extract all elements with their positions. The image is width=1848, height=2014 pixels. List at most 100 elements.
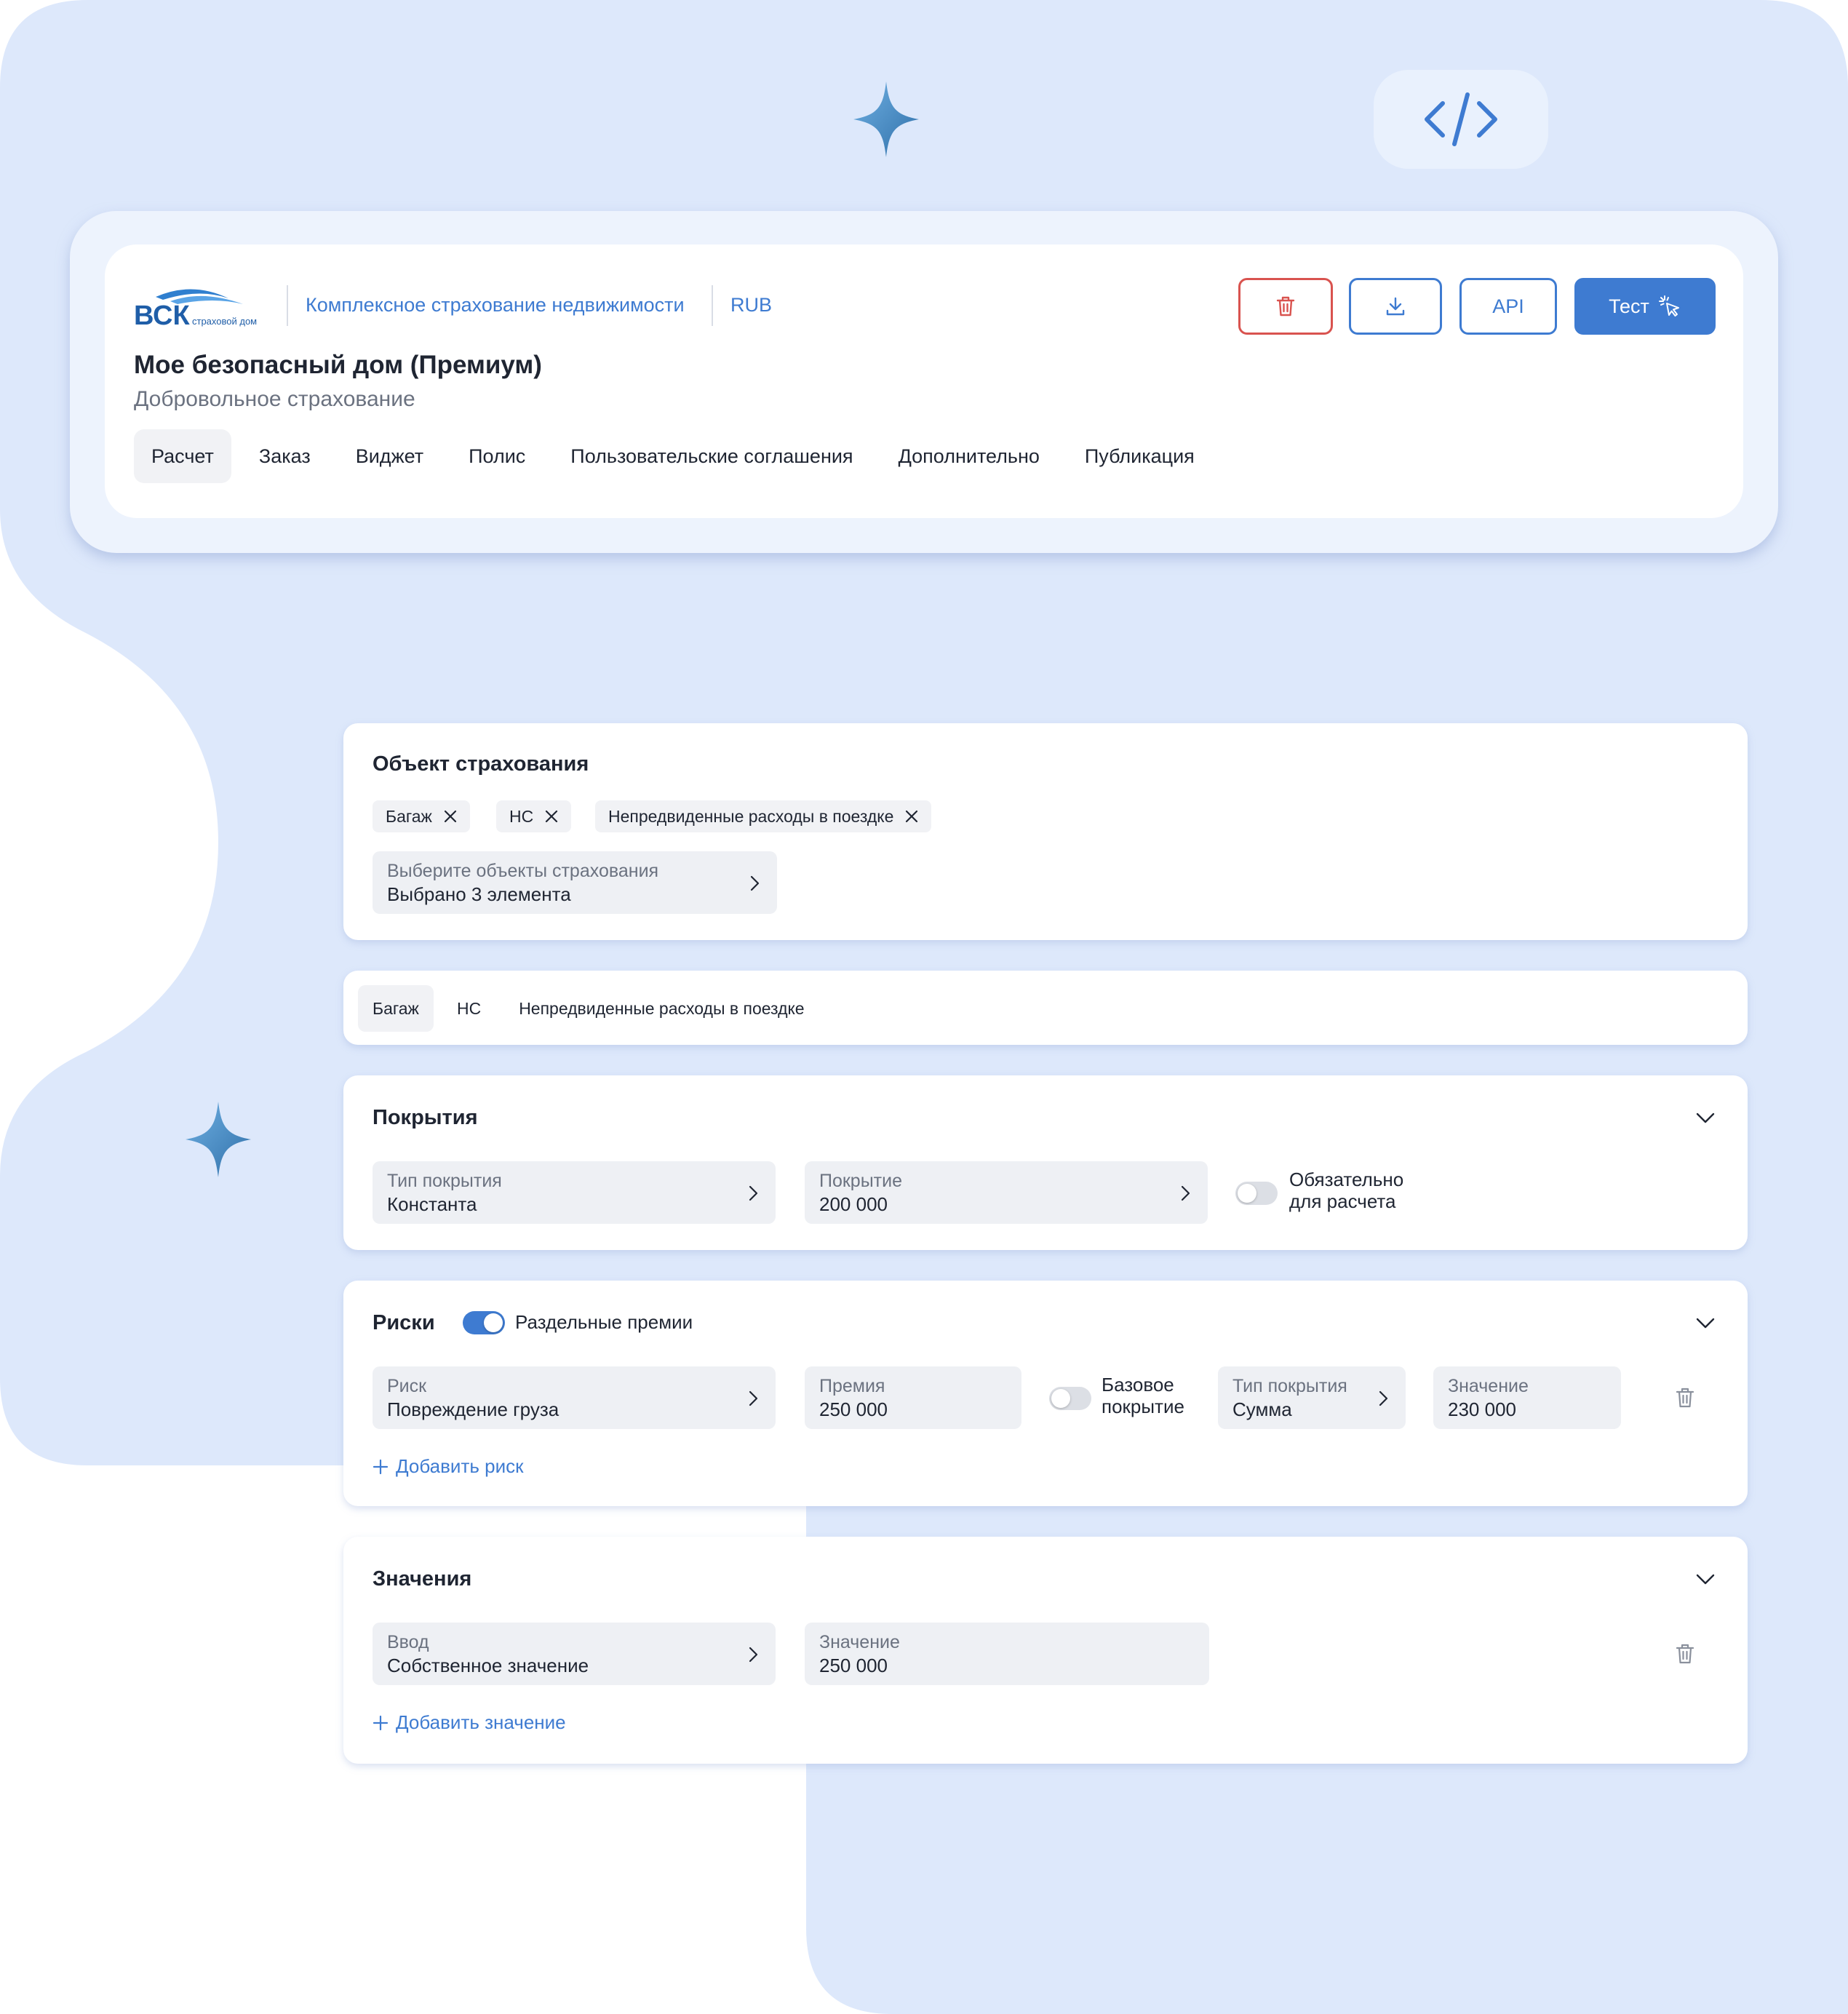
tab-widget[interactable]: Виджет xyxy=(338,429,441,483)
risks-title: Риски xyxy=(373,1311,435,1334)
main-tabs: Расчет Заказ Виджет Полис Пользовательск… xyxy=(134,429,1222,483)
code-embed-badge[interactable] xyxy=(1374,70,1548,169)
field-value: 200 000 xyxy=(819,1193,888,1215)
test-button[interactable]: Тест xyxy=(1574,278,1716,335)
tab-order[interactable]: Заказ xyxy=(242,429,328,483)
download-icon xyxy=(1386,297,1405,316)
add-risk-label: Добавить риск xyxy=(396,1455,524,1477)
object-tab-baggage[interactable]: Багаж xyxy=(358,985,434,1032)
chevron-right-icon xyxy=(1181,1185,1190,1201)
object-tabs: Багаж НС Непредвиденные расходы в поездк… xyxy=(358,985,828,1032)
chevron-down-icon[interactable] xyxy=(1694,1311,1717,1334)
trash-icon[interactable] xyxy=(1675,1387,1695,1409)
close-icon[interactable] xyxy=(444,810,457,823)
chevron-right-icon xyxy=(749,1185,758,1201)
plus-icon xyxy=(373,1715,389,1730)
chip-label: Непредвиденные расходы в поездке xyxy=(608,806,894,826)
field-value: 230 000 xyxy=(1448,1398,1516,1420)
code-icon xyxy=(1425,92,1497,146)
field-label: Премия xyxy=(819,1376,885,1396)
svg-text:страховой дом: страховой дом xyxy=(192,316,257,327)
trash-icon xyxy=(1276,296,1295,317)
close-icon[interactable] xyxy=(905,810,918,823)
field-value: 250 000 xyxy=(819,1655,888,1676)
field-label: Покрытие xyxy=(819,1171,903,1191)
coverage-type-select[interactable]: Тип покрытия Константа xyxy=(373,1161,776,1224)
field-label: Тип покрытия xyxy=(1232,1376,1347,1396)
sparkle-icon xyxy=(853,81,919,157)
risk-cover-type-select[interactable]: Тип покрытия Сумма xyxy=(1218,1366,1406,1429)
svg-text:ВСК: ВСК xyxy=(134,300,190,327)
trash-icon[interactable] xyxy=(1675,1643,1695,1665)
required-toggle-label: Обязательно для расчета xyxy=(1289,1169,1404,1212)
coverage-card: Покрытия Тип покрытия Константа Покрытие… xyxy=(343,1075,1748,1250)
breadcrumb-category[interactable]: Комплексное страхование недвижимости xyxy=(306,294,685,317)
field-value: 250 000 xyxy=(819,1398,888,1420)
download-button[interactable] xyxy=(1349,278,1442,335)
page-title: Мое безопасный дом (Премиум) xyxy=(134,351,542,379)
chevron-down-icon[interactable] xyxy=(1694,1106,1717,1129)
field-label: Значение xyxy=(819,1632,900,1652)
test-button-label: Тест xyxy=(1609,295,1649,317)
coverage-amount-select[interactable]: Покрытие 200 000 xyxy=(805,1161,1208,1224)
separate-premiums-label: Раздельные премии xyxy=(515,1311,693,1333)
required-for-calculation-toggle[interactable] xyxy=(1235,1182,1278,1205)
insurance-object-card: Объект страхования Багаж НС Непредвиденн… xyxy=(343,723,1748,940)
field-label: Риск xyxy=(387,1376,427,1396)
chevron-right-icon xyxy=(749,1647,758,1663)
add-risk-button[interactable]: Добавить риск xyxy=(373,1455,524,1478)
chevron-right-icon xyxy=(750,875,760,891)
field-value: Константа xyxy=(387,1193,477,1215)
separate-premiums-toggle[interactable] xyxy=(463,1311,505,1334)
premium-input[interactable]: Премия 250 000 xyxy=(805,1366,1021,1429)
divider xyxy=(712,285,713,326)
chevron-down-icon[interactable] xyxy=(1694,1567,1717,1591)
object-tab-travel-expenses[interactable]: Непредвиденные расходы в поездке xyxy=(504,985,819,1032)
value-input[interactable]: Значение 250 000 xyxy=(805,1623,1209,1685)
chevron-right-icon xyxy=(749,1390,758,1406)
object-tabs-card: Багаж НС Непредвиденные расходы в поездк… xyxy=(343,971,1748,1045)
coverage-title: Покрытия xyxy=(373,1106,478,1129)
field-label: Ввод xyxy=(387,1632,429,1652)
field-label: Тип покрытия xyxy=(387,1171,502,1191)
tab-calculation[interactable]: Расчет xyxy=(134,429,231,483)
tab-publication[interactable]: Публикация xyxy=(1067,429,1212,483)
object-tab-accident[interactable]: НС xyxy=(442,985,495,1032)
insurance-object-title: Объект страхования xyxy=(373,752,589,776)
divider xyxy=(287,285,288,326)
sparkle-icon xyxy=(186,1102,251,1177)
cursor-click-icon xyxy=(1658,295,1679,317)
field-value: Повреждение груза xyxy=(387,1398,559,1420)
select-value: Выбрано 3 элемента xyxy=(387,883,571,905)
values-title: Значения xyxy=(373,1567,472,1591)
api-button[interactable]: API xyxy=(1459,278,1557,335)
select-placeholder: Выберите объекты страхования xyxy=(387,861,659,881)
base-cover-toggle[interactable] xyxy=(1049,1387,1091,1410)
field-value: Собственное значение xyxy=(387,1655,589,1676)
risks-card: Риски Раздельные премии Риск Повреждение… xyxy=(343,1281,1748,1506)
object-chip-baggage: Багаж xyxy=(373,800,470,832)
close-icon[interactable] xyxy=(545,810,558,823)
page-subtitle: Добровольное страхование xyxy=(134,387,415,411)
breadcrumb-currency[interactable]: RUB xyxy=(730,294,772,317)
company-logo: ВСК страховой дом xyxy=(134,284,279,331)
object-chip-travel-expenses: Непредвиденные расходы в поездке xyxy=(595,800,932,832)
chip-label: НС xyxy=(509,806,534,826)
add-value-label: Добавить значение xyxy=(396,1711,566,1733)
field-value: Сумма xyxy=(1232,1398,1292,1420)
chip-label: Багаж xyxy=(386,806,432,826)
tab-additional[interactable]: Дополнительно xyxy=(881,429,1057,483)
value-input-type-select[interactable]: Ввод Собственное значение xyxy=(373,1623,776,1685)
base-cover-label: Базовое покрытие xyxy=(1102,1374,1184,1417)
risk-select[interactable]: Риск Повреждение груза xyxy=(373,1366,776,1429)
tab-policy[interactable]: Полис xyxy=(451,429,543,483)
add-value-button[interactable]: Добавить значение xyxy=(373,1711,566,1734)
chevron-right-icon xyxy=(1379,1390,1388,1406)
insurance-object-select[interactable]: Выберите объекты страхования Выбрано 3 э… xyxy=(373,851,777,914)
plus-icon xyxy=(373,1459,389,1474)
delete-button[interactable] xyxy=(1238,278,1333,335)
tab-user-agreements[interactable]: Пользовательские соглашения xyxy=(553,429,870,483)
field-label: Значение xyxy=(1448,1376,1529,1396)
object-chip-accident: НС xyxy=(496,800,572,832)
risk-value-input[interactable]: Значение 230 000 xyxy=(1433,1366,1621,1429)
